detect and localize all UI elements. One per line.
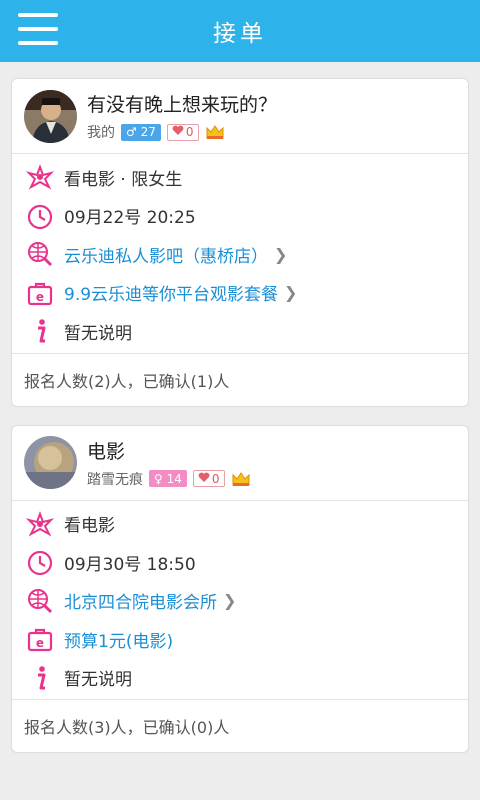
avatar[interactable]: [24, 89, 77, 143]
order-card[interactable]: 有没有晚上想来玩的？ 我的 ♂ 27 0 看电影 · 限女生 09月22号 20…: [11, 78, 469, 407]
clock-icon: [24, 200, 56, 232]
activity-text: 看电影 · 限女生: [64, 169, 183, 190]
signup-summary: 报名人数(2)人，已确认(1)人: [24, 371, 230, 391]
heart-badge: 0: [166, 123, 199, 141]
svg-text:e: e: [36, 636, 44, 650]
male-icon: ♂: [126, 125, 137, 139]
gender-badge: ♀ 14: [149, 470, 187, 487]
budget-link[interactable]: 9.9云乐迪等你平台观影套餐: [64, 280, 278, 305]
crown-icon: [231, 470, 251, 488]
heart-icon: [198, 472, 210, 486]
female-icon: ♀: [154, 471, 163, 486]
order-card[interactable]: 电影 踏雪无痕 ♀ 14 0 看电影 09月30号 18:50 北京四合院电影会…: [11, 424, 469, 753]
activity-icon: [24, 161, 56, 193]
budget-text: 预算1元(电影): [64, 631, 174, 652]
time-row: 09月30号 18:50: [12, 543, 468, 582]
username[interactable]: 踏雪无痕: [87, 469, 143, 489]
gender-count: 14: [166, 471, 182, 486]
post-title: 有没有晚上想来玩的？: [87, 94, 278, 116]
place-link[interactable]: 云乐迪私人影吧（惠桥店）: [64, 242, 268, 267]
place-row[interactable]: 云乐迪私人影吧（惠桥店） ❯: [12, 235, 468, 274]
avatar[interactable]: [24, 436, 77, 489]
heart-badge: 0: [192, 470, 225, 487]
time-text: 09月22号 20:25: [64, 208, 196, 229]
place-link[interactable]: 北京四合院电影会所: [64, 588, 217, 613]
chevron-right-icon: ❯: [284, 283, 298, 303]
chevron-right-icon: ❯: [223, 591, 237, 611]
heart-count: 0: [211, 471, 220, 486]
activity-row: 看电影 · 限女生: [12, 158, 468, 197]
globe-search-icon: [24, 238, 56, 270]
signup-summary: 报名人数(3)人，已确认(0)人: [24, 718, 230, 737]
heart-count: 0: [185, 125, 194, 139]
activity-row: 看电影: [12, 505, 468, 544]
activity-text: 看电影: [64, 516, 115, 537]
gender-badge: ♂ 27: [121, 123, 161, 141]
app-bar: 接单: [0, 0, 480, 62]
info-icon: [24, 662, 56, 694]
briefcase-icon: e: [24, 277, 56, 309]
svg-text:e: e: [36, 290, 44, 304]
note-text: 暂无说明: [64, 323, 132, 344]
activity-icon: [24, 508, 56, 540]
budget-row: e 预算1元(电影): [12, 620, 468, 659]
time-row: 09月22号 20:25: [12, 197, 468, 236]
gender-count: 27: [140, 125, 156, 139]
page-title: 接单: [213, 21, 267, 47]
place-row[interactable]: 北京四合院电影会所 ❯: [12, 582, 468, 621]
crown-icon: [205, 123, 225, 141]
note-row: 暂无说明: [12, 312, 468, 351]
card-header: 电影 踏雪无痕 ♀ 14 0: [12, 426, 468, 501]
chevron-right-icon: ❯: [274, 244, 288, 264]
info-icon: [24, 315, 56, 347]
clock-icon: [24, 546, 56, 578]
order-feed: 有没有晚上想来玩的？ 我的 ♂ 27 0 看电影 · 限女生 09月22号 20…: [0, 62, 480, 753]
globe-search-icon: [24, 585, 56, 617]
budget-row[interactable]: e 9.9云乐迪等你平台观影套餐 ❯: [12, 274, 468, 313]
note-text: 暂无说明: [64, 670, 132, 691]
time-text: 09月30号 18:50: [64, 554, 196, 575]
username[interactable]: 我的: [87, 122, 115, 142]
menu-icon[interactable]: [18, 13, 58, 49]
heart-icon: [172, 125, 184, 139]
post-title: 电影: [87, 440, 126, 463]
briefcase-icon: e: [24, 623, 56, 655]
note-row: 暂无说明: [12, 659, 468, 698]
card-header: 有没有晚上想来玩的？ 我的 ♂ 27 0: [12, 79, 468, 154]
